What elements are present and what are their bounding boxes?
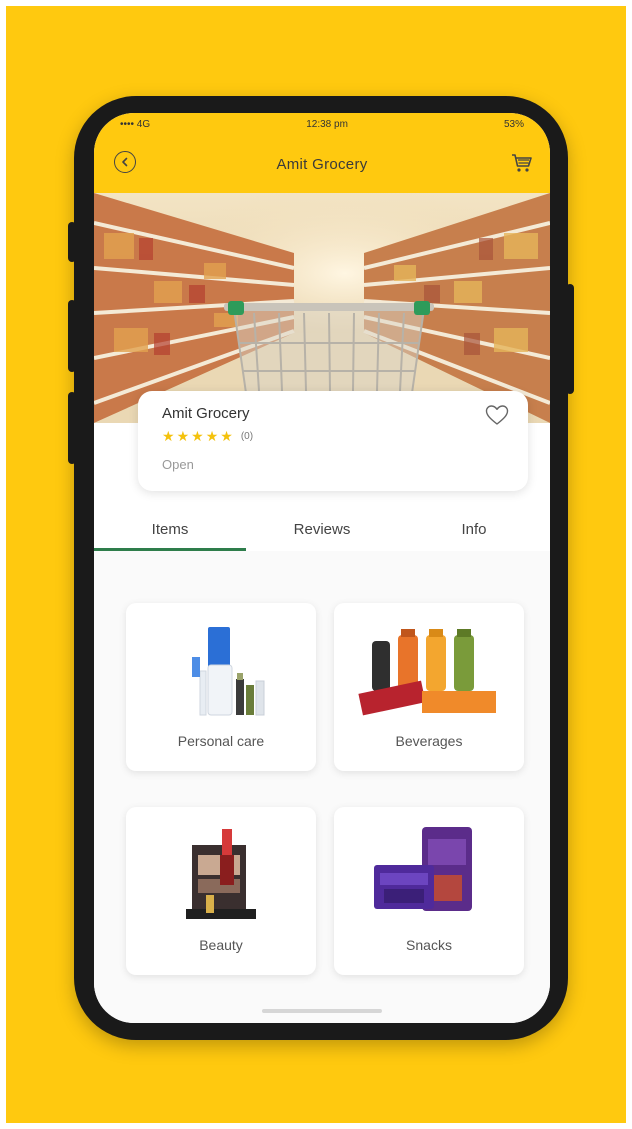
snacks-products-image [374, 827, 472, 911]
status-bar: •••• 4G 12:38 pm 53% [94, 113, 550, 135]
category-label: Beauty [199, 937, 243, 953]
category-grid: Personal care Beverages Beauty Snacks [94, 551, 550, 1023]
beverages-products-image [358, 629, 496, 716]
tab-items[interactable]: Items [94, 511, 246, 551]
category-card-personal-care[interactable]: Personal care [126, 603, 316, 771]
phone-screen: •••• 4G 12:38 pm 53% Amit Grocery Amit G… [94, 113, 550, 1023]
star-icon: ★ [205, 428, 219, 444]
star-icon: ★ [191, 428, 204, 444]
category-label: Personal care [177, 733, 265, 749]
category-card-beverages[interactable]: Beverages [334, 603, 524, 771]
store-banner-image [94, 193, 550, 423]
category-card-beauty[interactable]: Beauty [126, 807, 316, 975]
store-status: Open [162, 457, 194, 472]
status-battery: 53% [503, 118, 524, 130]
rating-stars: ★ ★ ★ ★ ★ (0) [162, 429, 253, 443]
page-title: Amit Grocery [276, 155, 368, 173]
star-icon: ★ [162, 428, 175, 444]
store-name: Amit Grocery [162, 405, 250, 422]
cart-icon [512, 154, 532, 172]
category-label: Snacks [406, 937, 452, 953]
back-button[interactable] [114, 151, 136, 173]
app-bar: Amit Grocery [94, 135, 550, 193]
back-arrow-icon [122, 157, 128, 167]
tab-info[interactable]: Info [398, 511, 550, 551]
tab-reviews[interactable]: Reviews [246, 511, 398, 551]
category-label: Beverages [395, 733, 463, 749]
star-icon: ★ [176, 428, 190, 444]
beauty-products-image [186, 829, 256, 919]
favorite-button[interactable] [484, 403, 510, 427]
phone-side-button [68, 392, 76, 464]
status-time: 12:38 pm [306, 118, 348, 130]
status-carrier: •••• 4G [120, 118, 151, 130]
heart-icon [485, 405, 509, 425]
personal-care-products-image [192, 627, 265, 716]
phone-side-button [68, 222, 76, 262]
store-info-card: Amit Grocery ★ ★ ★ ★ ★ (0) Open [138, 391, 528, 491]
cart-button[interactable] [510, 151, 534, 175]
phone-side-button [566, 284, 574, 394]
rating-count: (0) [240, 430, 254, 442]
phone-side-button [68, 300, 76, 372]
tab-bar: Items Reviews Info [94, 511, 550, 551]
category-card-snacks[interactable]: Snacks [334, 807, 524, 975]
home-indicator [262, 1009, 382, 1013]
star-icon: ★ [220, 428, 233, 444]
